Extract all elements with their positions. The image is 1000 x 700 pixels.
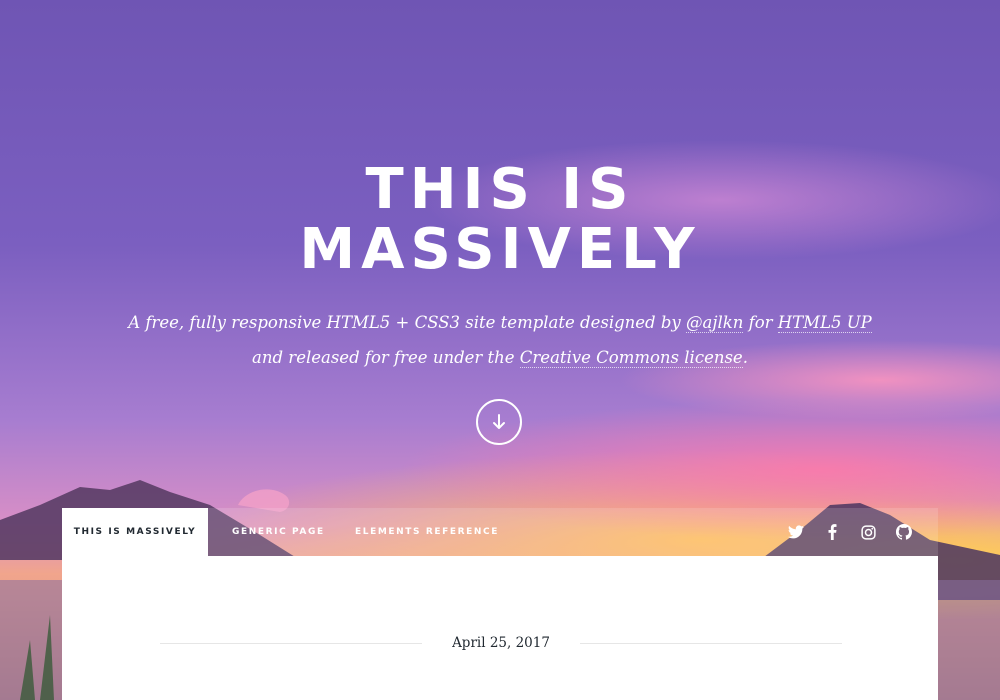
divider xyxy=(160,642,423,644)
post-date-row: April 25, 2017 xyxy=(160,632,843,654)
divider xyxy=(579,642,843,644)
nav-item-this-is-massively[interactable]: This is Massively xyxy=(62,508,208,556)
main-nav: This is Massively Generic Page Elements … xyxy=(62,508,938,556)
instagram-icon[interactable] xyxy=(860,524,876,540)
hero-subtitle: A free, fully responsive HTML5 + CSS3 si… xyxy=(0,305,1000,375)
twitter-icon[interactable] xyxy=(788,524,804,540)
creative-commons-link[interactable]: Creative Commons license xyxy=(519,348,743,368)
scroll-down-button[interactable] xyxy=(476,399,522,445)
nav-item-generic-page[interactable]: Generic Page xyxy=(232,508,325,556)
nav-item-elements-reference[interactable]: Elements Reference xyxy=(355,508,499,556)
title-line-2: MASSIVELY xyxy=(299,217,701,282)
title-line-1: THIS IS xyxy=(365,157,635,222)
main-content: April 25, 2017 xyxy=(62,556,938,700)
subtitle-line-1: A free, fully responsive HTML5 + CSS3 si… xyxy=(0,305,1000,340)
html5up-link[interactable]: HTML5 UP xyxy=(777,313,872,333)
github-icon[interactable] xyxy=(896,524,912,540)
subtitle-text: and released for free under the xyxy=(252,348,520,367)
subtitle-line-2: and released for free under the Creative… xyxy=(0,340,1000,375)
post-date: April 25, 2017 xyxy=(452,635,550,651)
subtitle-text: . xyxy=(742,348,748,367)
subtitle-text: for xyxy=(743,313,778,332)
page-title: THIS IS MASSIVELY xyxy=(0,160,1000,280)
facebook-icon[interactable] xyxy=(824,524,840,540)
arrow-down-icon xyxy=(493,414,505,429)
subtitle-text: A free, fully responsive HTML5 + CSS3 si… xyxy=(128,313,686,332)
ajlkn-link[interactable]: @ajlkn xyxy=(686,313,744,333)
social-icons xyxy=(788,508,912,556)
